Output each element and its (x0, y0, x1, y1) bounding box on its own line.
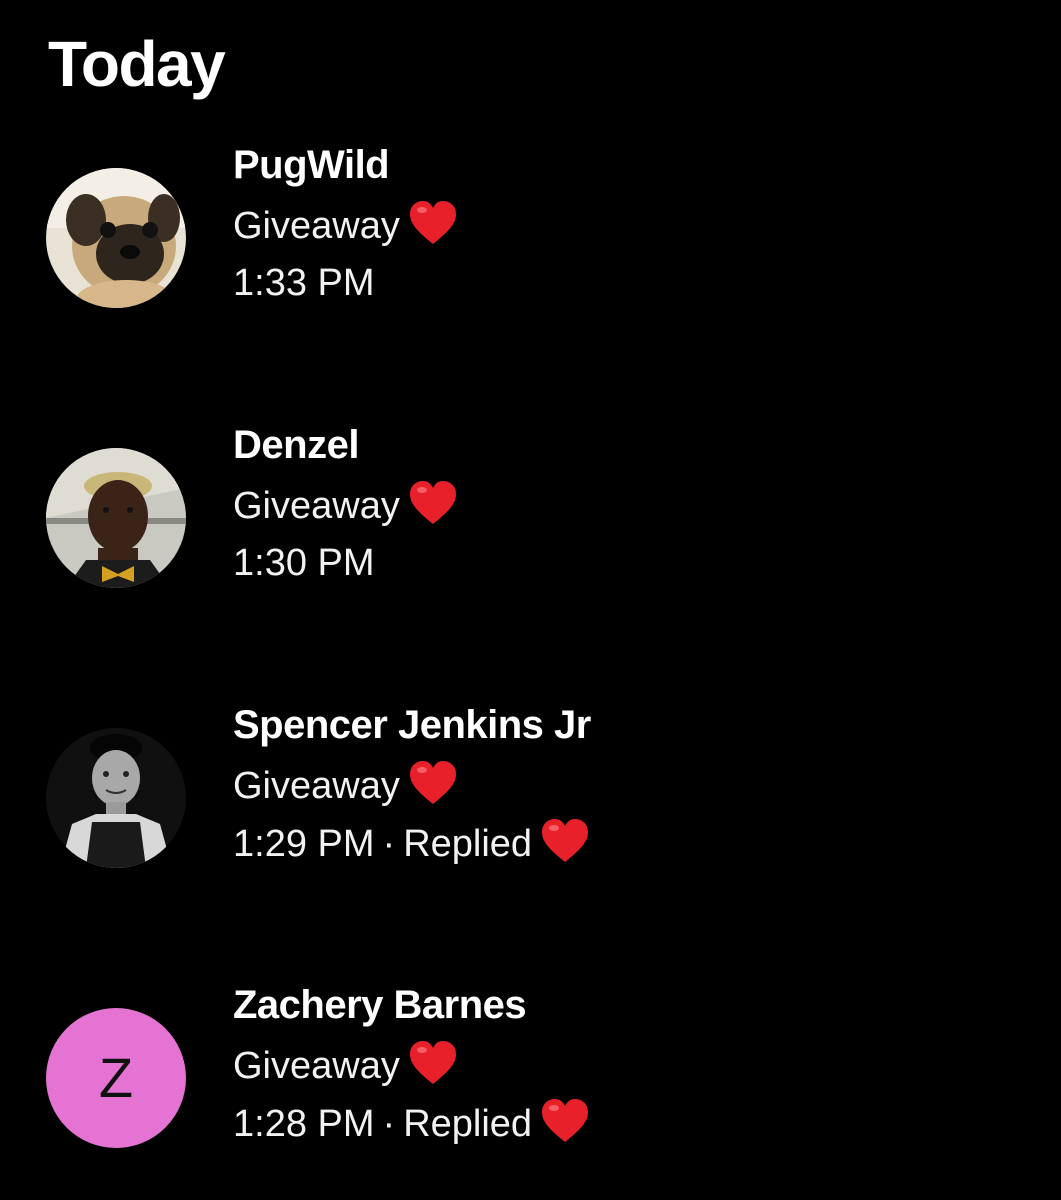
avatar[interactable]: Z (46, 1008, 186, 1148)
separator-dot: · (382, 823, 396, 865)
sender-name: Spencer Jenkins Jr (233, 703, 591, 747)
heart-icon (408, 760, 458, 806)
message-meta: 1:28 PM · Replied (233, 1098, 590, 1149)
heart-icon (408, 1040, 458, 1086)
message-list: PugWild Giveaway 1:33 PM Denzel Giveaway… (0, 0, 1061, 1200)
message-preview: Giveaway (233, 200, 458, 251)
message-item[interactable]: Z Zachery Barnes Giveaway 1:28 PM · Replie… (0, 980, 1061, 1180)
message-item[interactable]: Denzel Giveaway 1:30 PM (0, 420, 1061, 620)
message-meta: 1:29 PM · Replied (233, 818, 590, 869)
timestamp: 1:29 PM (233, 823, 375, 865)
heart-icon (408, 480, 458, 526)
sender-name: Denzel (233, 423, 359, 467)
heart-icon (408, 200, 458, 246)
reply-status: Replied (403, 823, 533, 865)
heart-icon (540, 818, 590, 864)
avatar-initial: Z (98, 1046, 134, 1109)
separator-dot: · (382, 1103, 396, 1145)
message-meta: 1:33 PM (233, 258, 375, 308)
avatar[interactable] (46, 728, 186, 868)
message-item[interactable]: PugWild Giveaway 1:33 PM (0, 140, 1061, 340)
timestamp: 1:30 PM (233, 542, 375, 584)
sender-name: Zachery Barnes (233, 983, 527, 1027)
preview-text: Giveaway (233, 205, 400, 247)
timestamp: 1:28 PM (233, 1103, 375, 1145)
preview-text: Giveaway (233, 485, 400, 527)
message-meta: 1:30 PM (233, 538, 375, 588)
sender-name: PugWild (233, 143, 390, 187)
pug-avatar-image (46, 168, 186, 308)
preview-text: Giveaway (233, 1045, 400, 1087)
message-preview: Giveaway (233, 1040, 458, 1091)
person-avatar-image (46, 448, 186, 588)
message-item[interactable]: Spencer Jenkins Jr Giveaway 1:29 PM · Repl… (0, 700, 1061, 900)
avatar[interactable] (46, 448, 186, 588)
message-preview: Giveaway (233, 760, 458, 811)
reply-status: Replied (403, 1103, 533, 1145)
message-preview: Giveaway (233, 480, 458, 531)
avatar[interactable] (46, 168, 186, 308)
timestamp: 1:33 PM (233, 262, 375, 304)
person-avatar-bw-image (46, 728, 186, 868)
preview-text: Giveaway (233, 765, 400, 807)
heart-icon (540, 1098, 590, 1144)
